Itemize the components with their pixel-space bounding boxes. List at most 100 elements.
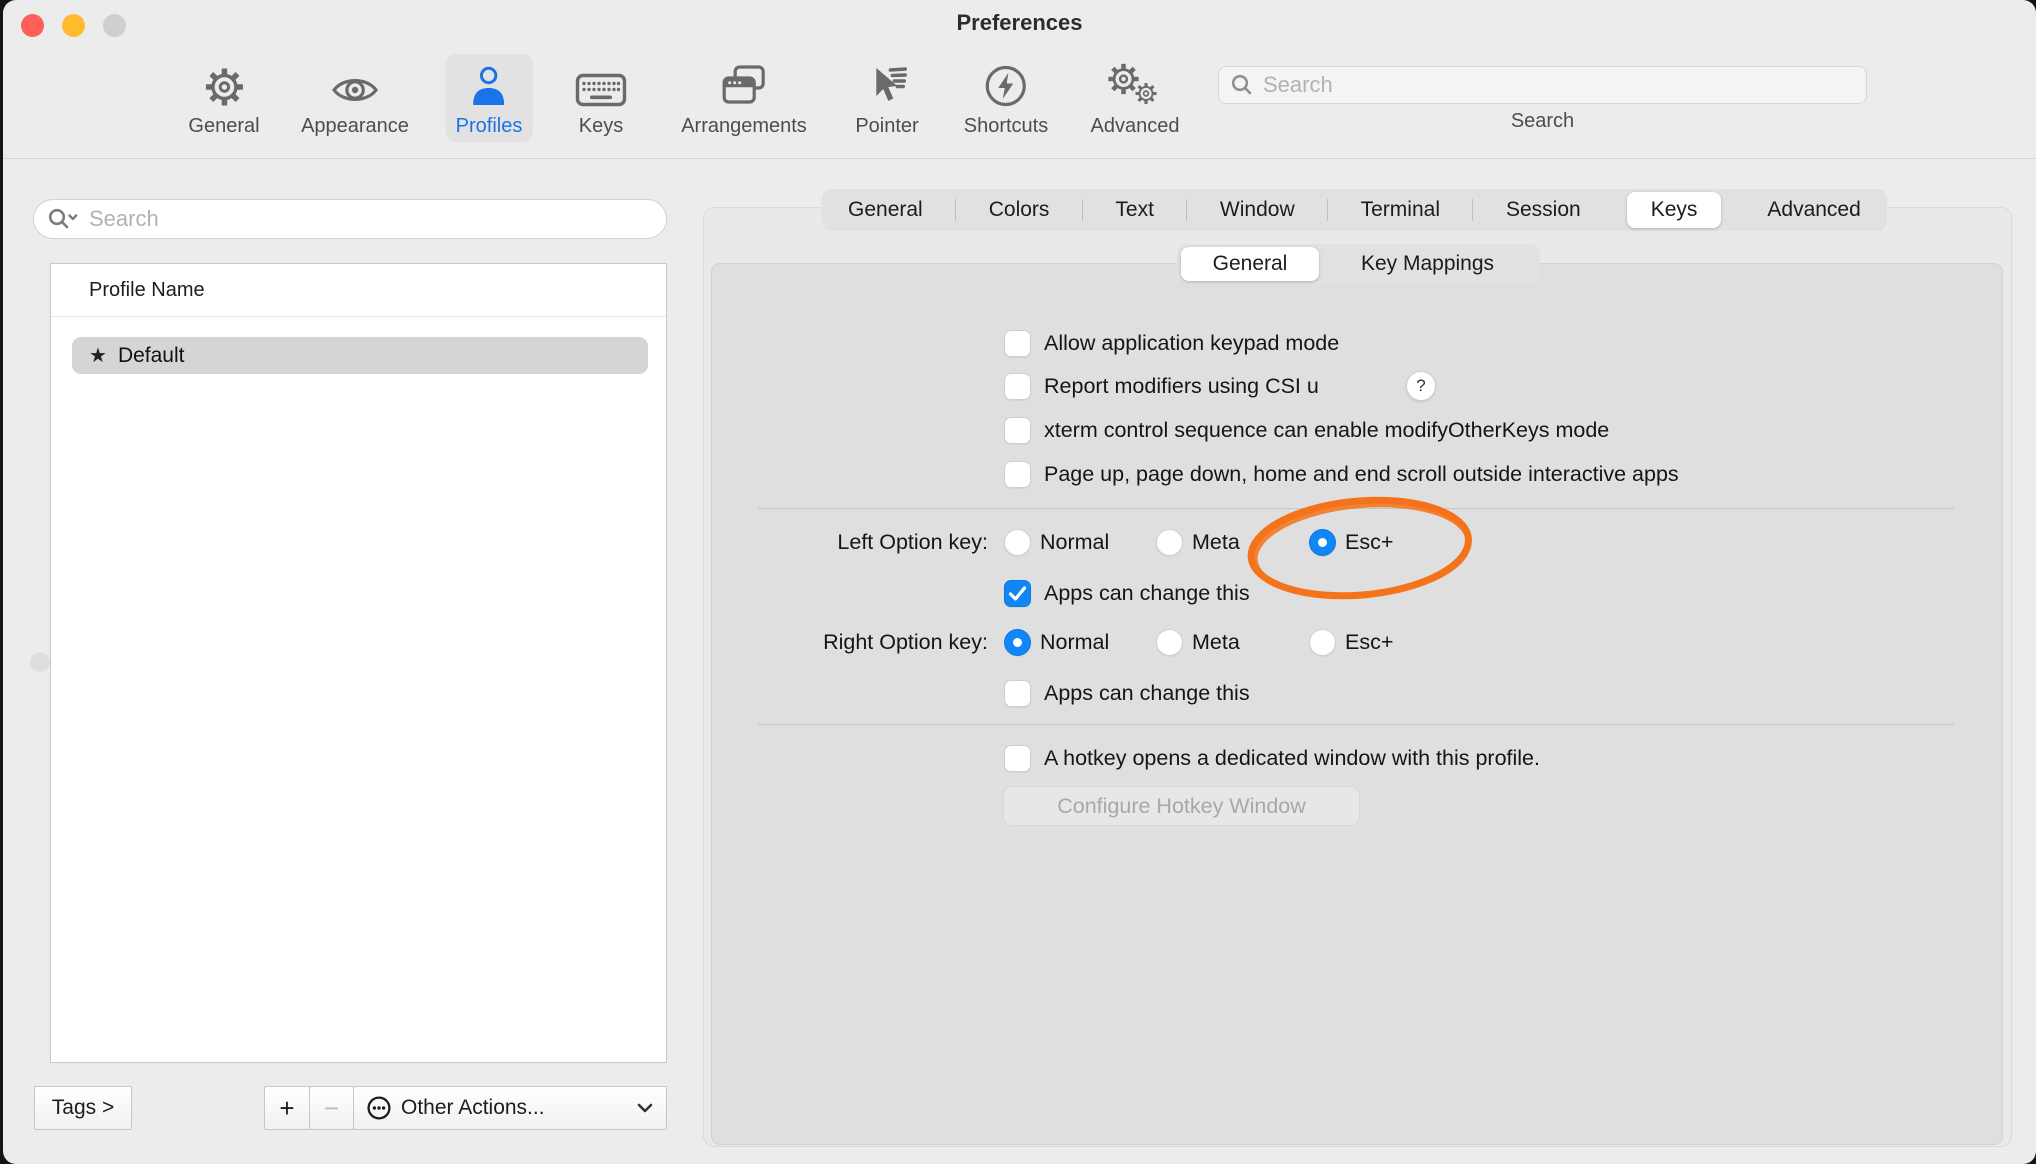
toolbar-item-pointer[interactable]: Pointer <box>845 54 928 142</box>
tab-window[interactable]: Window <box>1200 192 1315 228</box>
toolbar-label: Profiles <box>456 114 523 142</box>
toolbar-search-input[interactable] <box>1261 71 1854 99</box>
keyboard-icon <box>575 59 627 109</box>
tab-divider <box>1613 199 1614 221</box>
keys-subtabbar: General Key Mappings <box>1177 244 1540 284</box>
person-icon <box>469 59 509 109</box>
radio-right-normal[interactable] <box>1004 629 1031 656</box>
toolbar-item-arrangements[interactable]: Arrangements <box>671 54 817 142</box>
toolbar-item-keys[interactable]: Keys <box>565 54 637 142</box>
toolbar-label: Pointer <box>855 114 918 142</box>
search-scope-icon <box>48 208 79 230</box>
gears-icon <box>1106 59 1164 109</box>
checkbox-page-scroll[interactable] <box>1004 461 1031 488</box>
checkbox-label: Allow application keypad mode <box>1044 330 1339 357</box>
toolbar-item-profiles[interactable]: Profiles <box>446 54 533 142</box>
radio-right-meta[interactable] <box>1156 629 1183 656</box>
configure-button-label: Configure Hotkey Window <box>1057 794 1306 819</box>
profile-search-field[interactable] <box>33 199 667 239</box>
checkbox-label: Apps can change this <box>1044 680 1250 707</box>
toolbar-label: Advanced <box>1091 114 1180 142</box>
toolbar-separator <box>3 158 2036 159</box>
preferences-window: Preferences General Appearance Profiles <box>3 0 2036 1164</box>
toolbar-item-advanced[interactable]: Advanced <box>1081 54 1190 142</box>
window-title: Preferences <box>3 10 2036 36</box>
tab-divider <box>955 199 956 221</box>
checkbox-keypad-mode[interactable] <box>1004 330 1031 357</box>
checkbox-right-apps-change[interactable] <box>1004 680 1031 707</box>
checkbox-hotkey-window[interactable] <box>1004 745 1031 772</box>
tags-button[interactable]: Tags > <box>34 1086 132 1130</box>
profile-search-input[interactable] <box>87 205 658 233</box>
tab-advanced[interactable]: Advanced <box>1747 192 1880 228</box>
plus-icon: + <box>279 1093 294 1124</box>
radio-left-esc[interactable] <box>1309 529 1336 556</box>
profile-list: Profile Name ★ Default <box>50 263 667 1063</box>
radio-left-meta[interactable] <box>1156 529 1183 556</box>
toolbar-label: General <box>188 114 259 142</box>
minus-icon: − <box>324 1093 339 1124</box>
radio-label: Meta <box>1192 629 1240 656</box>
profile-row-default[interactable]: ★ Default <box>72 337 648 374</box>
toolbar-search-caption: Search <box>1218 110 1867 133</box>
section-divider <box>758 724 1954 725</box>
gear-icon <box>202 59 246 109</box>
profile-tabbar: General Colors Text Window Terminal Sess… <box>822 189 1887 231</box>
check-icon <box>1008 585 1027 602</box>
radio-label: Esc+ <box>1345 529 1393 556</box>
toolbar-label: Keys <box>579 114 623 142</box>
toolbar-label: Arrangements <box>681 114 807 142</box>
tab-divider <box>1472 199 1473 221</box>
tab-terminal[interactable]: Terminal <box>1341 192 1460 228</box>
windows-icon <box>719 59 769 109</box>
checkbox-label: A hotkey opens a dedicated window with t… <box>1044 745 1540 772</box>
ellipsis-circle-icon <box>366 1095 392 1121</box>
profile-name: Default <box>118 344 185 368</box>
toolbar-label: Shortcuts <box>964 114 1048 142</box>
tags-button-label: Tags > <box>52 1096 114 1120</box>
subtab-general[interactable]: General <box>1181 247 1319 281</box>
help-button[interactable]: ? <box>1406 371 1436 401</box>
subtab-key-mappings[interactable]: Key Mappings <box>1319 247 1536 281</box>
checkbox-label: xterm control sequence can enable modify… <box>1044 417 1609 444</box>
right-option-key-label: Right Option key: <box>703 629 988 656</box>
add-profile-button[interactable]: + <box>264 1086 310 1130</box>
tab-general[interactable]: General <box>828 192 943 228</box>
left-option-key-label: Left Option key: <box>703 529 988 556</box>
chevron-down-icon <box>636 1102 654 1114</box>
toolbar-item-shortcuts[interactable]: Shortcuts <box>954 54 1058 142</box>
tab-divider <box>1186 199 1187 221</box>
remove-profile-button[interactable]: − <box>309 1086 354 1130</box>
splitter-dot <box>30 652 50 672</box>
search-icon <box>1231 74 1253 96</box>
star-icon: ★ <box>89 343 107 368</box>
radio-right-esc[interactable] <box>1309 629 1336 656</box>
radio-label: Meta <box>1192 529 1240 556</box>
toolbar-item-general[interactable]: General <box>178 54 269 142</box>
toolbar-label: Appearance <box>301 114 409 142</box>
tab-divider <box>1734 199 1735 221</box>
profile-list-header: Profile Name <box>89 279 205 302</box>
toolbar-search-field[interactable] <box>1218 66 1867 104</box>
radio-label: Esc+ <box>1345 629 1393 656</box>
eye-icon <box>331 59 379 109</box>
question-mark-icon: ? <box>1416 376 1425 396</box>
checkbox-label: Page up, page down, home and end scroll … <box>1044 461 1679 488</box>
other-actions-label: Other Actions... <box>401 1096 545 1120</box>
radio-left-normal[interactable] <box>1004 529 1031 556</box>
keys-general-pane <box>711 263 2003 1145</box>
other-actions-dropdown[interactable]: Other Actions... <box>353 1086 667 1130</box>
configure-hotkey-window-button[interactable]: Configure Hotkey Window <box>1003 786 1360 826</box>
toolbar-item-appearance[interactable]: Appearance <box>291 54 419 142</box>
tab-keys[interactable]: Keys <box>1627 192 1722 228</box>
checkbox-label: Apps can change this <box>1044 580 1250 607</box>
screenshot-root: Preferences General Appearance Profiles <box>0 0 2036 1164</box>
tab-session[interactable]: Session <box>1486 192 1601 228</box>
tab-divider <box>1082 199 1083 221</box>
checkbox-csi-u[interactable] <box>1004 373 1031 400</box>
checkbox-modify-other-keys[interactable] <box>1004 417 1031 444</box>
tab-text[interactable]: Text <box>1095 192 1174 228</box>
bolt-circle-icon <box>983 59 1029 109</box>
checkbox-left-apps-change[interactable] <box>1004 580 1031 607</box>
tab-colors[interactable]: Colors <box>969 192 1070 228</box>
